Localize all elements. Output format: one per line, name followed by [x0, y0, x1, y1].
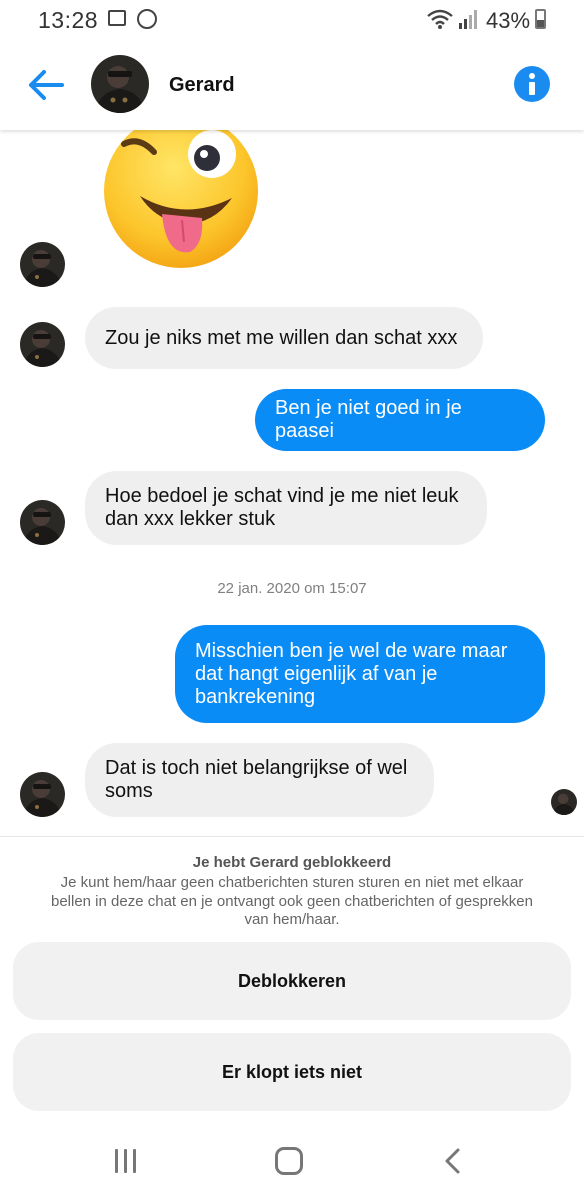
chevron-left-icon[interactable]	[440, 1147, 468, 1175]
contact-avatar[interactable]	[20, 242, 65, 287]
battery-icon	[535, 9, 546, 29]
outgoing-message-bubble[interactable]: Misschien ben je wel de ware maar dat ha…	[175, 625, 545, 723]
message-text-line: Dat is toch niet belangrijkse of wel	[105, 757, 408, 779]
contact-avatar[interactable]	[20, 500, 65, 545]
message-timestamp: 22 jan. 2020 om 15:07	[217, 580, 367, 597]
message-text-line: Hoe bedoel je schat vind je me niet leuk	[105, 485, 459, 507]
message-text-line: dan xxx lekker stuk	[105, 508, 276, 530]
seen-receipt-avatar	[551, 789, 577, 815]
blocked-notice-panel: Je hebt Gerard geblokkeerd Je kunt hem/h…	[0, 836, 584, 1117]
blocked-title: Je hebt Gerard geblokkeerd	[192, 854, 392, 871]
gallery-notification-icon	[108, 10, 126, 26]
battery-percentage: 43%	[486, 8, 531, 33]
message-text: Zou je niks met me willen dan schat xxx	[105, 326, 458, 349]
arrow-left-icon[interactable]	[26, 68, 66, 102]
message-text: Ben je niet goed in je paasei	[275, 397, 462, 442]
message-thread[interactable]: Zou je niks met me willen dan schat xxx …	[0, 130, 584, 835]
contact-avatar[interactable]	[91, 55, 149, 113]
unblock-button[interactable]: Deblokkeren	[13, 942, 571, 1020]
messenger-notification-icon	[137, 9, 157, 29]
message-text-line: soms	[105, 780, 153, 802]
status-time: 13:28	[38, 7, 99, 33]
contact-avatar[interactable]	[20, 322, 65, 367]
recents-icon[interactable]	[113, 1149, 139, 1173]
system-navigation-bar	[0, 1116, 584, 1200]
report-problem-button[interactable]: Er klopt iets niet	[13, 1033, 571, 1111]
conversation-header: Gerard	[0, 40, 584, 130]
info-icon[interactable]	[514, 66, 550, 102]
status-bar: 13:28 43%	[0, 0, 584, 40]
home-icon[interactable]	[275, 1147, 303, 1175]
message-text-line: Misschien ben je wel de ware maar	[195, 639, 508, 662]
message-text-line: dat hangt eigenlijk af van je	[195, 662, 438, 685]
signal-icon	[459, 10, 477, 29]
contact-avatar[interactable]	[20, 772, 65, 817]
winking-face-with-tongue-emoji[interactable]	[104, 130, 258, 268]
wifi-icon	[427, 9, 453, 29]
outgoing-message-bubble[interactable]: Ben je niet goed in je paasei	[255, 389, 545, 451]
incoming-message-bubble[interactable]: Hoe bedoel je schat vind je me niet leuk…	[85, 471, 487, 545]
incoming-message-bubble[interactable]: Dat is toch niet belangrijkse of wel som…	[85, 743, 434, 817]
contact-name[interactable]: Gerard	[169, 74, 235, 97]
blocked-description: Je kunt hem/haar geen chatberichten stur…	[50, 874, 533, 928]
message-text-line: bankrekening	[195, 685, 316, 708]
incoming-message-bubble[interactable]: Zou je niks met me willen dan schat xxx	[85, 307, 483, 369]
